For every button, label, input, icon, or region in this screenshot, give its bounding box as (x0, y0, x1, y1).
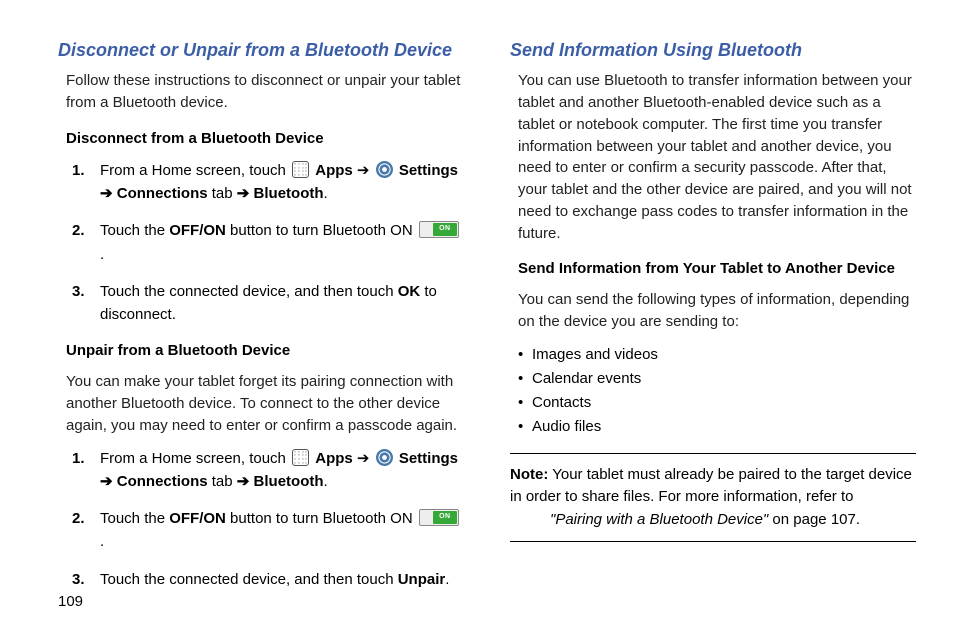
unpair-intro: You can make your tablet forget its pair… (66, 371, 464, 436)
list-item: Images and videos (518, 343, 916, 367)
apps-label: Apps (315, 450, 353, 467)
unpair-label: Unpair (398, 571, 446, 588)
left-column: Disconnect or Unpair from a Bluetooth De… (58, 38, 464, 626)
step-text: button to turn Bluetooth ON (226, 222, 417, 239)
offon-label: OFF/ON (169, 510, 226, 527)
note-text: Your tablet must already be paired to th… (510, 466, 912, 506)
step-text: Touch the (100, 222, 169, 239)
list-item: Calendar events (518, 367, 916, 391)
note-block: Note: Your tablet must already be paired… (510, 453, 916, 543)
info-types-list: Images and videos Calendar events Contac… (518, 343, 916, 439)
apps-label: Apps (315, 162, 353, 179)
bluetooth-label: Bluetooth (237, 473, 324, 490)
step-disconnect-2: Touch the OFF/ON button to turn Bluetoot… (66, 219, 464, 266)
tab-text: tab (208, 185, 237, 202)
ok-label: OK (398, 283, 421, 300)
connections-label: Connections (100, 185, 208, 202)
disconnect-intro: Follow these instructions to disconnect … (66, 70, 464, 114)
toggle-on-icon (419, 509, 459, 526)
settings-label: Settings (399, 162, 458, 179)
settings-icon (376, 449, 393, 466)
heading-send-info: Send Information Using Bluetooth (510, 38, 916, 62)
right-column: Send Information Using Bluetooth You can… (510, 38, 916, 626)
step-unpair-3: Touch the connected device, and then tou… (66, 568, 464, 591)
step-unpair-1: From a Home screen, touch Apps ➔ Setting… (66, 447, 464, 494)
step-text: From a Home screen, touch (100, 450, 290, 467)
send-info-intro: You can use Bluetooth to transfer inform… (518, 70, 916, 244)
step-text: Touch the (100, 510, 169, 527)
step-disconnect-1: From a Home screen, touch Apps ➔ Setting… (66, 159, 464, 206)
page-number: 109 (58, 593, 83, 610)
toggle-on-icon (419, 221, 459, 238)
list-item: Audio files (518, 415, 916, 439)
step-text: Touch the connected device, and then tou… (100, 571, 398, 588)
arrow-icon: ➔ (353, 162, 374, 179)
list-item: Contacts (518, 391, 916, 415)
step-text: button to turn Bluetooth ON (226, 510, 417, 527)
subhead-disconnect: Disconnect from a Bluetooth Device (66, 128, 464, 149)
heading-disconnect-unpair: Disconnect or Unpair from a Bluetooth De… (58, 38, 464, 62)
unpair-steps: From a Home screen, touch Apps ➔ Setting… (66, 447, 464, 591)
offon-label: OFF/ON (169, 222, 226, 239)
apps-icon (292, 449, 309, 466)
subhead-unpair: Unpair from a Bluetooth Device (66, 340, 464, 361)
connections-label: Connections (100, 473, 208, 490)
step-unpair-2: Touch the OFF/ON button to turn Bluetoot… (66, 507, 464, 554)
tab-text: tab (208, 473, 237, 490)
step-text: Touch the connected device, and then tou… (100, 283, 398, 300)
step-text: From a Home screen, touch (100, 162, 290, 179)
note-reference: "Pairing with a Bluetooth Device" (550, 511, 768, 528)
note-ref-line: "Pairing with a Bluetooth Device" on pag… (510, 509, 916, 532)
bluetooth-label: Bluetooth (237, 185, 324, 202)
note-label: Note: (510, 466, 548, 483)
subhead-send-from-tablet: Send Information from Your Tablet to Ano… (518, 258, 916, 279)
settings-icon (376, 161, 393, 178)
settings-label: Settings (399, 450, 458, 467)
step-disconnect-3: Touch the connected device, and then tou… (66, 280, 464, 327)
disconnect-steps: From a Home screen, touch Apps ➔ Setting… (66, 159, 464, 327)
note-text: on page 107. (768, 511, 860, 528)
apps-icon (292, 161, 309, 178)
send-types-lead: You can send the following types of info… (518, 289, 916, 333)
